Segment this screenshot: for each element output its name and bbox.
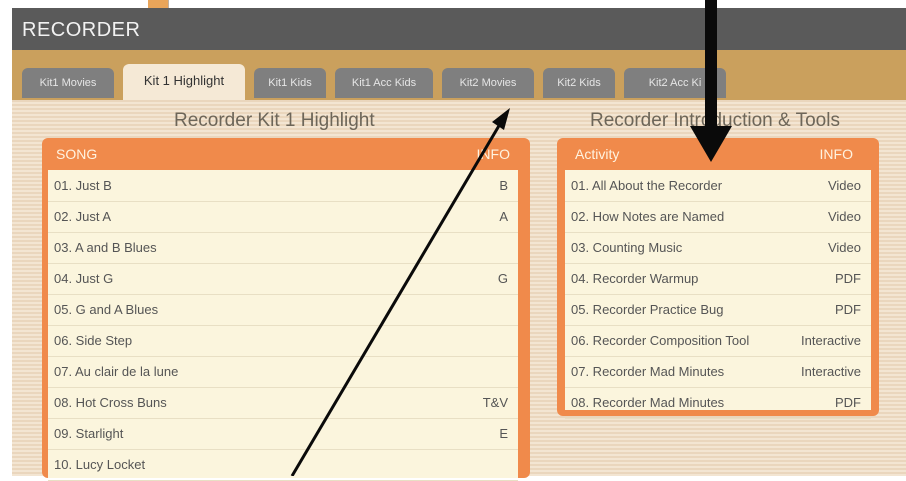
diagonal-arrow-icon: [290, 108, 510, 476]
vertical-arrow-icon: [690, 0, 732, 162]
annotation-arrows: [290, 0, 732, 476]
